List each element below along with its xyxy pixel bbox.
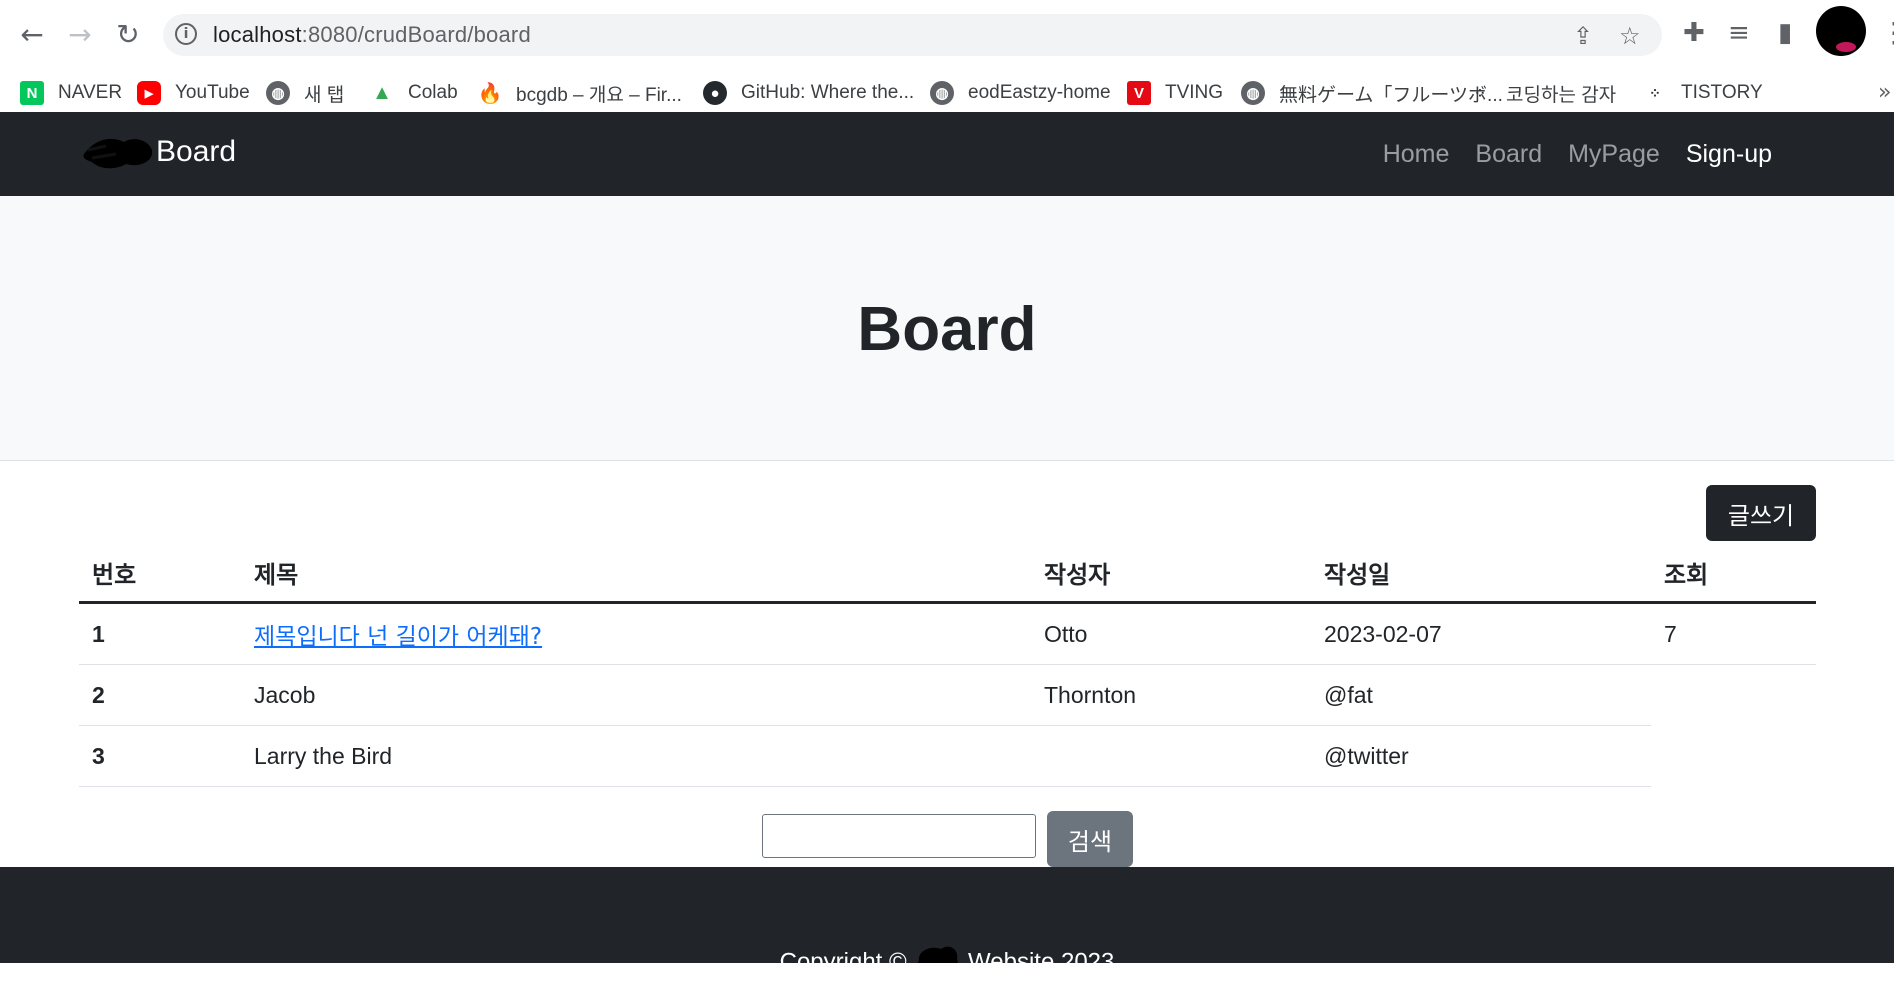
row-author: [1031, 725, 1311, 787]
bookmark-tistory[interactable]: ⁘ TISTORY: [1643, 80, 1763, 106]
browser-menu-icon[interactable]: ⋮: [1880, 16, 1894, 49]
bookmark-new-tab[interactable]: ◍ 새 탭: [266, 80, 344, 106]
bookmark-coding-potato[interactable]: ⁘ 코딩하는 감자: [1468, 80, 1616, 106]
row-number: 2: [79, 664, 241, 726]
globe-icon: ◍: [930, 81, 954, 105]
bookmark-firebase[interactable]: 🔥 bcgdb – 개요 – Fir...: [478, 80, 682, 106]
bookmark-github[interactable]: ● GitHub: Where the...: [703, 80, 914, 106]
youtube-icon: ▶: [137, 81, 161, 105]
column-header-date: 작성일: [1311, 544, 1651, 604]
address-bar[interactable]: i localhost:8080/crudBoard/board ⇪ ☆: [163, 14, 1662, 56]
search-button[interactable]: 검색: [1047, 811, 1133, 867]
bookmark-colab[interactable]: ▲ Colab: [370, 80, 458, 106]
row-title-cell: 제목입니다 넌 길이가 어케돼?: [241, 602, 1031, 665]
brand-logo-icon: [83, 138, 153, 169]
bookmarks-bar: N NAVER ▶ YouTube ◍ 새 탭 ▲ Colab 🔥 bcgdb – 개요 …: [0, 72, 1894, 113]
tistory-icon: ⁘: [1474, 84, 1486, 101]
forward-arrow-icon[interactable]: →: [62, 16, 98, 52]
github-icon: ●: [703, 81, 727, 105]
navbar-links: Home Board MyPage Sign-up: [1383, 140, 1772, 169]
url-text[interactable]: localhost:8080/crudBoard/board: [213, 22, 531, 48]
row-number: 1: [79, 602, 241, 665]
page-bottom-strip: [0, 963, 1894, 983]
share-icon[interactable]: ⇪: [1573, 22, 1593, 50]
row-title: Larry the Bird: [241, 725, 1031, 787]
nav-link-signup[interactable]: Sign-up: [1686, 140, 1772, 169]
brand-title[interactable]: Board: [156, 135, 236, 169]
row-date: @twitter: [1311, 725, 1651, 787]
board-table: 번호 제목 작성자 작성일 조회 1 제목입니다 넌 길이가 어케돼? Otto…: [79, 544, 1816, 787]
navbar-brand[interactable]: Board: [82, 132, 236, 172]
site-navbar: Board Home Board MyPage Sign-up: [0, 112, 1894, 196]
globe-icon: ◍: [1241, 81, 1265, 105]
google-drive-icon: ▲: [372, 81, 392, 104]
bookmark-eodeastzy[interactable]: ◍ eodEastzy-home: [930, 80, 1111, 106]
extensions-puzzle-icon[interactable]: ✚: [1683, 18, 1705, 48]
bookmark-tving[interactable]: V TVING: [1127, 80, 1223, 106]
bookmark-fruit-game[interactable]: ◍ 無料ゲーム「フルーツボ...: [1241, 80, 1503, 106]
table-row: 2 Jacob Thornton @fat: [79, 664, 1816, 726]
reading-list-icon[interactable]: ≡: [1728, 18, 1750, 48]
row-views: [1651, 665, 1816, 726]
nav-link-home[interactable]: Home: [1383, 140, 1450, 169]
search-input[interactable]: [762, 814, 1036, 858]
browser-toolbar: ← → ↻ i localhost:8080/crudBoard/board ⇪…: [0, 0, 1894, 72]
nav-link-board[interactable]: Board: [1475, 140, 1542, 169]
side-panel-icon[interactable]: ▮: [1778, 18, 1792, 48]
row-views: 7: [1651, 602, 1816, 665]
row-number: 3: [79, 725, 241, 787]
back-arrow-icon[interactable]: ←: [14, 16, 50, 52]
row-views: [1651, 726, 1816, 787]
table-row: 1 제목입니다 넌 길이가 어케돼? Otto 2023-02-07 7: [79, 602, 1816, 665]
column-header-author: 작성자: [1031, 544, 1311, 604]
bookmark-youtube[interactable]: ▶ YouTube: [137, 80, 250, 106]
bookmark-star-icon[interactable]: ☆: [1619, 22, 1641, 50]
row-author: Thornton: [1031, 664, 1311, 726]
page-header: Board: [0, 196, 1894, 461]
site-footer: Copyright © Website 2023: [0, 867, 1894, 982]
row-date: 2023-02-07: [1311, 602, 1651, 665]
naver-icon: N: [20, 81, 44, 105]
globe-icon: ◍: [266, 81, 290, 105]
table-row: 3 Larry the Bird @twitter: [79, 725, 1816, 787]
tving-icon: V: [1127, 81, 1151, 105]
profile-avatar[interactable]: [1816, 6, 1866, 56]
row-date: @fat: [1311, 664, 1651, 726]
more-bookmarks-icon[interactable]: »: [1878, 80, 1891, 105]
row-title: Jacob: [241, 664, 1031, 726]
tistory-icon: ⁘: [1649, 84, 1661, 101]
reload-icon[interactable]: ↻: [110, 16, 146, 52]
column-header-number: 번호: [79, 544, 241, 604]
row-author: Otto: [1031, 602, 1311, 665]
table-header-row: 번호 제목 작성자 작성일 조회: [79, 544, 1816, 604]
nav-link-mypage[interactable]: MyPage: [1568, 140, 1660, 169]
bookmark-naver[interactable]: N NAVER: [20, 80, 122, 106]
write-post-button[interactable]: 글쓰기: [1706, 485, 1816, 541]
page-title: Board: [857, 295, 1037, 364]
site-info-icon[interactable]: i: [175, 23, 197, 45]
column-header-views: 조회: [1651, 544, 1816, 604]
post-title-link[interactable]: 제목입니다 넌 길이가 어케돼?: [254, 624, 542, 650]
column-header-title: 제목: [241, 544, 1031, 604]
firebase-icon: 🔥: [477, 82, 503, 105]
